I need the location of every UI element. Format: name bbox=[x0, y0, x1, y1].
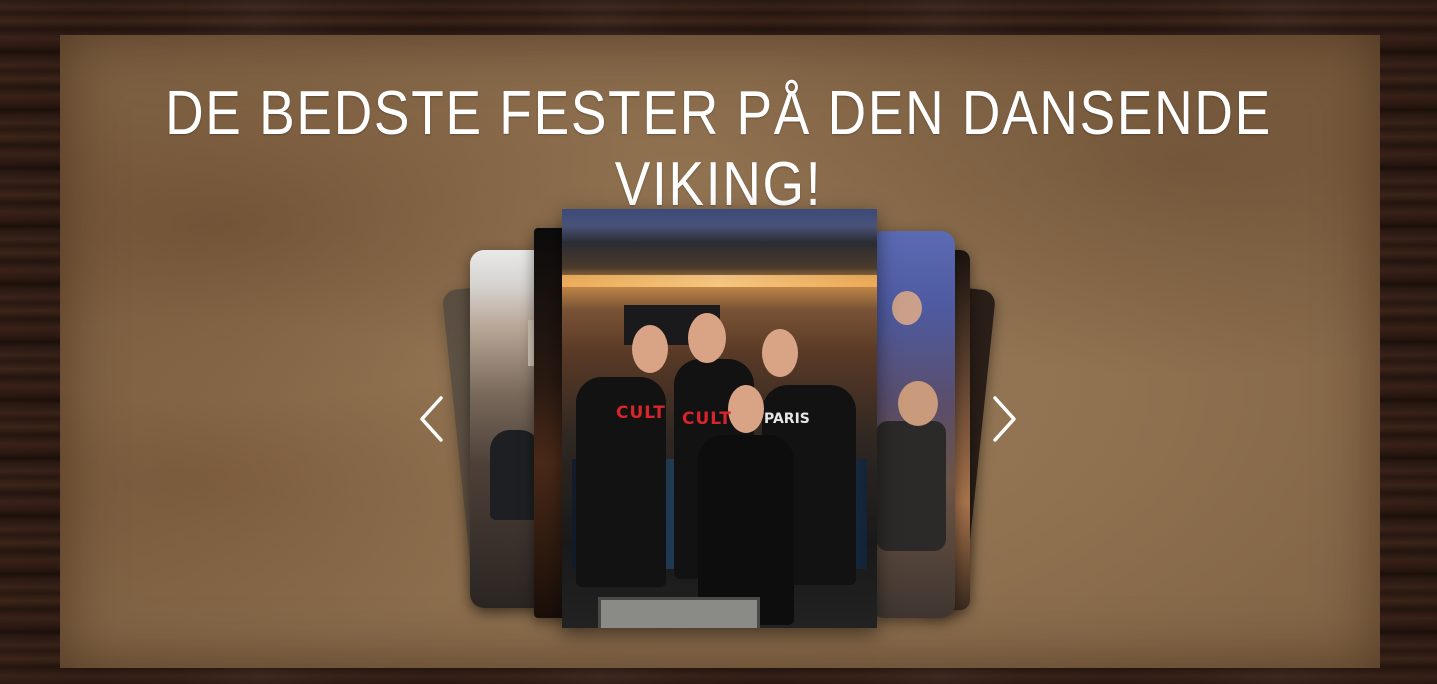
slide-person-face bbox=[898, 381, 938, 426]
carousel-slide-active[interactable]: CULT CULT PARIS bbox=[562, 209, 877, 628]
carousel-slide-right[interactable] bbox=[870, 231, 955, 618]
carousel-next-button[interactable] bbox=[984, 396, 1024, 442]
slide-person bbox=[490, 430, 540, 520]
staff-face bbox=[632, 325, 668, 373]
bar-sink bbox=[598, 597, 760, 628]
carousel-prev-button[interactable] bbox=[412, 396, 452, 442]
shirt-print: CULT bbox=[616, 403, 666, 423]
photo-carousel: CULT CULT PARIS bbox=[0, 0, 1437, 684]
slide-person-shirt bbox=[876, 421, 946, 551]
shirt-print: CULT bbox=[682, 409, 732, 429]
staff-face bbox=[688, 313, 726, 363]
slide-person-face bbox=[892, 291, 922, 325]
staff-face bbox=[762, 329, 798, 377]
chevron-right-icon bbox=[993, 396, 1016, 442]
bar-light-strip bbox=[562, 275, 877, 287]
staff-face bbox=[728, 385, 764, 433]
shirt-print: PARIS bbox=[764, 411, 810, 427]
chevron-left-icon bbox=[420, 396, 443, 442]
